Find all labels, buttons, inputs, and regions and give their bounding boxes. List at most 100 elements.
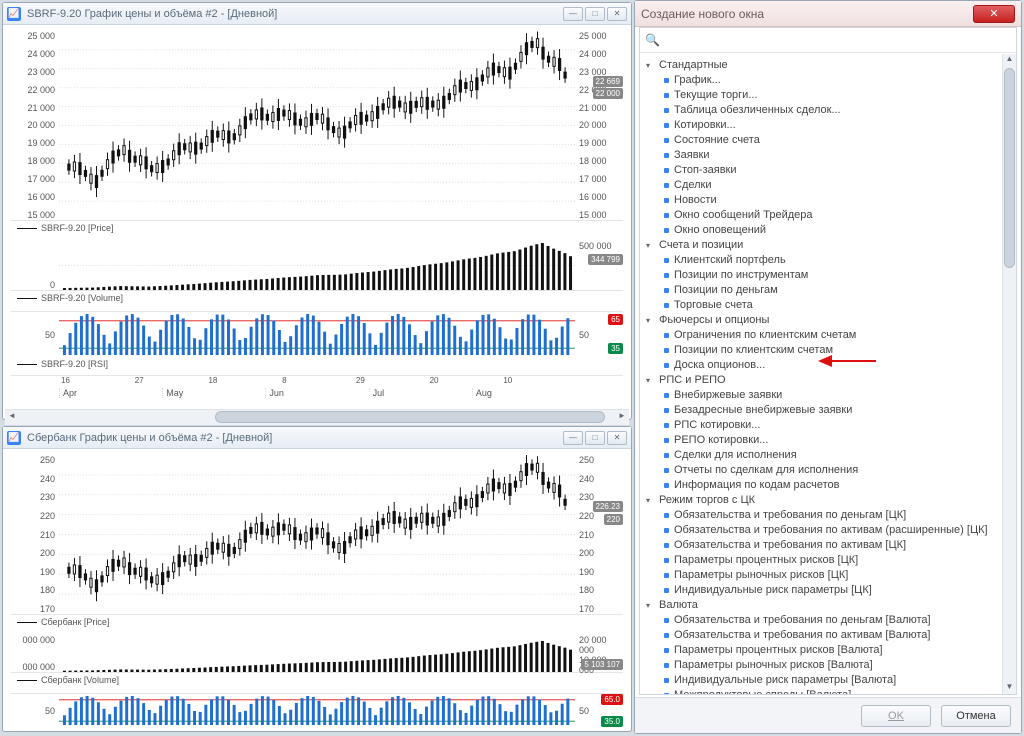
dialog-titlebar[interactable]: Создание нового окна ✕ bbox=[635, 1, 1021, 27]
tree-category[interactable]: ▾Фьючерсы и опционы bbox=[646, 313, 996, 328]
tree-item[interactable]: Котировки... bbox=[646, 118, 996, 133]
category-label: Счета и позиции bbox=[659, 238, 743, 253]
tree-item[interactable]: Сделки bbox=[646, 178, 996, 193]
bullet-icon bbox=[664, 468, 669, 473]
ok-button[interactable]: OK bbox=[861, 705, 931, 727]
item-label: Параметры процентных рисков [Валюта] bbox=[674, 643, 883, 658]
tree-item[interactable]: Межпродуктовые спреды [Валюта] bbox=[646, 688, 996, 694]
tree-category[interactable]: ▾Стандартные bbox=[646, 58, 996, 73]
tree-item[interactable]: Доска опционов... bbox=[646, 358, 996, 373]
tree-item[interactable]: Безадресные внебиржевые заявки bbox=[646, 403, 996, 418]
dialog-title: Создание нового окна bbox=[641, 7, 973, 21]
category-label: Валюта bbox=[659, 598, 698, 613]
tree-item[interactable]: Окно сообщений Трейдера bbox=[646, 208, 996, 223]
tree-item[interactable]: Отчеты по сделкам для исполнения bbox=[646, 463, 996, 478]
maximize-button[interactable]: □ bbox=[585, 431, 605, 445]
category-tree[interactable]: ▾СтандартныеГрафик...Текущие торги...Таб… bbox=[640, 54, 1000, 694]
volume-chart[interactable]: 000 000000 000 20 000 00010 000 000 5 10… bbox=[11, 635, 623, 673]
price-tag: 226.23 bbox=[593, 501, 623, 512]
tree-item[interactable]: Окно оповещений bbox=[646, 223, 996, 238]
tree-item[interactable]: Позиции по деньгам bbox=[646, 283, 996, 298]
item-label: РЕПО котировки... bbox=[674, 433, 768, 448]
bullet-icon bbox=[664, 558, 669, 563]
tree-item[interactable]: Стоп-заявки bbox=[646, 163, 996, 178]
bullet-icon bbox=[664, 108, 669, 113]
titlebar[interactable]: Сбербанк График цены и объёма #2 - [Днев… bbox=[3, 427, 631, 449]
tree-item[interactable]: Обязательства и требования по активам (р… bbox=[646, 523, 996, 538]
scroll-right-icon[interactable]: ► bbox=[615, 411, 629, 423]
tree-category[interactable]: ▾Режим торгов с ЦК bbox=[646, 493, 996, 508]
tree-item[interactable]: Клиентский портфель bbox=[646, 253, 996, 268]
scroll-thumb[interactable] bbox=[1004, 68, 1015, 268]
scroll-down-icon[interactable]: ▼ bbox=[1003, 682, 1016, 694]
horizontal-scrollbar[interactable]: ◄ ► bbox=[5, 409, 629, 425]
vol-axis-left: 0 bbox=[11, 241, 55, 290]
maximize-button[interactable]: □ bbox=[585, 7, 605, 21]
tree-item[interactable]: Параметры процентных рисков [Валюта] bbox=[646, 643, 996, 658]
window-title: SBRF-9.20 График цены и объёма #2 - [Дне… bbox=[27, 8, 563, 20]
tree-item[interactable]: Параметры рыночных рисков [ЦК] bbox=[646, 568, 996, 583]
tree-item[interactable]: Ограничения по клиентским счетам bbox=[646, 328, 996, 343]
tree-item[interactable]: Параметры процентных рисков [ЦК] bbox=[646, 553, 996, 568]
rsi-chart[interactable]: 50 50 65.0 35.0 bbox=[11, 693, 623, 727]
tree-item[interactable]: Текущие торги... bbox=[646, 88, 996, 103]
tree-item[interactable]: РЕПО котировки... bbox=[646, 433, 996, 448]
tree-category[interactable]: ▾ Валюта bbox=[646, 598, 996, 613]
item-label: РПС котировки... bbox=[674, 418, 760, 433]
bullet-icon bbox=[664, 423, 669, 428]
tree-item[interactable]: Позиции по клиентским счетам bbox=[646, 343, 996, 358]
tree-item[interactable]: Позиции по инструментам bbox=[646, 268, 996, 283]
item-label: Окно оповещений bbox=[674, 223, 766, 238]
cancel-button[interactable]: Отмена bbox=[941, 705, 1011, 727]
price-chart[interactable]: 25 00024 00023 00022 00021 00020 00019 0… bbox=[11, 31, 623, 221]
minimize-button[interactable]: — bbox=[563, 7, 583, 21]
tree-item[interactable]: Таблица обезличенных сделок... bbox=[646, 103, 996, 118]
tree-item[interactable]: Информация по кодам расчетов bbox=[646, 478, 996, 493]
dialog-close-button[interactable]: ✕ bbox=[973, 5, 1015, 23]
scroll-up-icon[interactable]: ▲ bbox=[1003, 54, 1016, 66]
chart-window-sber: Сбербанк График цены и объёма #2 - [Днев… bbox=[2, 426, 632, 732]
search-row: 🔍 bbox=[640, 28, 1016, 53]
rsi-chart[interactable]: 50 50 65 35 bbox=[11, 311, 623, 357]
close-button[interactable]: ✕ bbox=[607, 7, 627, 21]
tree-item[interactable]: Параметры рыночных рисков [Валюта] bbox=[646, 658, 996, 673]
tree-item[interactable]: Обязательства и требования по деньгам [В… bbox=[646, 613, 996, 628]
tree-item[interactable]: График... bbox=[646, 73, 996, 88]
tree-item[interactable]: Обязательства и требования по активам [В… bbox=[646, 628, 996, 643]
tree-item[interactable]: Индивидуальные риск параметры [Валюта] bbox=[646, 673, 996, 688]
item-label: Позиции по деньгам bbox=[674, 283, 778, 298]
tree-item[interactable]: Заявки bbox=[646, 148, 996, 163]
price-chart[interactable]: 250240230220210200190180170 250240230220… bbox=[11, 455, 623, 615]
item-label: Индивидуальные риск параметры [Валюта] bbox=[674, 673, 896, 688]
tree-item[interactable]: Индивидуальные риск параметры [ЦК] bbox=[646, 583, 996, 598]
tree-item[interactable]: Обязательства и требования по деньгам [Ц… bbox=[646, 508, 996, 523]
collapse-icon: ▾ bbox=[646, 598, 655, 613]
item-label: Состояние счета bbox=[674, 133, 760, 148]
tree-item[interactable]: Состояние счета bbox=[646, 133, 996, 148]
tree-item[interactable]: Внебиржевые заявки bbox=[646, 388, 996, 403]
legend-price: SBRF-9.20 [Price] bbox=[11, 221, 623, 237]
item-label: Сделки для исполнения bbox=[674, 448, 797, 463]
tree-category[interactable]: ▾РПС и РЕПО bbox=[646, 373, 996, 388]
tree-item[interactable]: Торговые счета bbox=[646, 298, 996, 313]
bullet-icon bbox=[664, 348, 669, 353]
category-label: Фьючерсы и опционы bbox=[659, 313, 769, 328]
minimize-button[interactable]: — bbox=[563, 431, 583, 445]
vertical-scrollbar[interactable]: ▲ ▼ bbox=[1002, 54, 1016, 694]
scroll-left-icon[interactable]: ◄ bbox=[5, 411, 19, 423]
search-input[interactable] bbox=[664, 32, 1011, 48]
tree-item[interactable]: РПС котировки... bbox=[646, 418, 996, 433]
item-label: Ограничения по клиентским счетам bbox=[674, 328, 856, 343]
rsi-upper: 65.0 bbox=[601, 694, 623, 705]
collapse-icon: ▾ bbox=[646, 493, 655, 508]
bullet-icon bbox=[664, 273, 669, 278]
close-button[interactable]: ✕ bbox=[607, 431, 627, 445]
tree-item[interactable]: Обязательства и требования по активам [Ц… bbox=[646, 538, 996, 553]
tree-category[interactable]: ▾Счета и позиции bbox=[646, 238, 996, 253]
scroll-thumb[interactable] bbox=[215, 411, 605, 423]
titlebar[interactable]: SBRF-9.20 График цены и объёма #2 - [Дне… bbox=[3, 3, 631, 25]
volume-chart[interactable]: 0 500 000 344 799 bbox=[11, 241, 623, 291]
tree-item[interactable]: Новости bbox=[646, 193, 996, 208]
item-label: Текущие торги... bbox=[674, 88, 758, 103]
tree-item[interactable]: Сделки для исполнения bbox=[646, 448, 996, 463]
